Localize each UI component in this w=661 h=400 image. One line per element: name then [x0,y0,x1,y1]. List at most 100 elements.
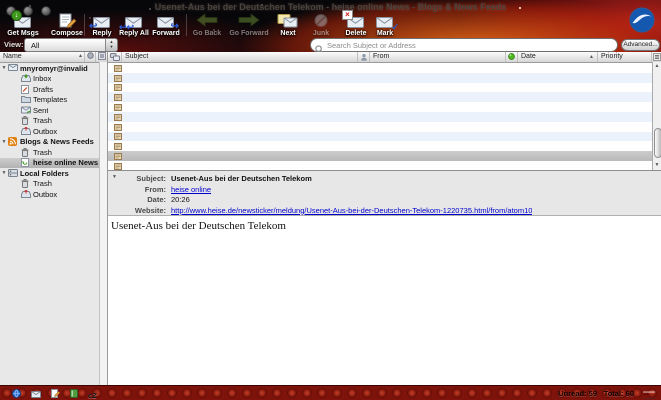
article-icon [114,152,122,160]
scroll-up-arrow-icon[interactable]: ▲ [653,62,661,71]
folder-pane-scrollbar[interactable] [99,62,107,385]
folder-pane: Name ▲ ▼mnyromyr@invalidInbox DraftsTempl… [0,52,108,385]
date-column-header[interactable]: Date▲ [518,52,598,62]
date-label: Date: [122,195,166,206]
folder-item-outbox-account[interactable]: Outbox [0,126,107,137]
total-count: Total: 60 [604,389,634,398]
folder-item-label: Templates [33,95,67,104]
message-row[interactable] [108,132,661,142]
message-row[interactable] [108,73,661,83]
website-link[interactable]: http://www.heise.de/newsticker/meldung/U… [171,206,532,215]
toolbar-button-forward[interactable]: ↪Forward [148,13,184,37]
column-picker-button[interactable] [652,52,661,62]
message-row[interactable] [108,63,661,73]
message-subject: Usenet-Aus bei der Deutschen Telekom [171,174,532,185]
message-row[interactable] [108,151,661,161]
view-label: View: [4,40,23,49]
thread-column-header[interactable] [108,52,122,62]
folder-item-blogs-news-feeds[interactable]: ▼ Blogs & News Feeds [0,137,107,148]
thread-icon [110,56,120,62]
mail-component-icon[interactable] [31,389,41,398]
message-list-pane: Subject From Date▲ Priority ▲ ▼ [108,52,661,170]
message-row[interactable] [108,102,661,112]
inbox-icon [21,74,32,83]
reply-icon: ↩ [90,13,114,29]
toolbar-separator [186,14,187,36]
article-icon [114,132,122,140]
folder-item-label: Outbox [33,127,57,136]
resize-grip[interactable] [643,391,655,399]
chatzilla-component-icon[interactable]: cZ [88,389,97,398]
folder-item-inbox[interactable]: Inbox [0,74,107,85]
navigator-component-icon[interactable] [12,389,21,398]
folder-item-account-mnyromyr[interactable]: ▼mnyromyr@invalid [0,63,107,74]
status-column-header[interactable] [358,52,370,62]
message-list-scrollbar[interactable]: ▲ ▼ [652,62,661,170]
message-rows [108,63,661,171]
folder-item-local-folders[interactable]: ▼ Local Folders [0,168,107,179]
folder-item-trash-local[interactable]: Trash [0,179,107,190]
trash-icon [21,148,32,157]
dropdown-stepper-icon: ▲▼ [105,39,117,51]
folder-item-label: Outbox [33,190,57,199]
seamonkey-logo-icon[interactable] [629,7,655,38]
article-icon [114,93,122,101]
toolbar-button-mark[interactable]: ✓Mark [370,13,400,37]
message-body: Usenet-Aus bei der Deutschen Telekom [108,216,661,385]
trash-icon [21,116,32,125]
toolbar-button-go-forward: Go Forward [227,13,271,37]
toolbar-button-reply[interactable]: ↩Reply [87,13,117,37]
folder-item-templates[interactable]: Templates [0,95,107,106]
folder-item-label: Local Folders [20,169,69,178]
unread-column-header[interactable] [506,52,518,62]
search-placeholder: Search Subject or Address [327,41,416,50]
collapse-header-twisty-icon[interactable]: ▼ [112,174,117,180]
go-forward-icon [237,13,261,29]
folder-item-label: Inbox [33,74,51,83]
message-row[interactable] [108,141,661,151]
message-row[interactable] [108,112,661,122]
website-label: Website: [122,206,166,217]
advanced-search-button[interactable]: Advanced... [621,39,660,51]
folder-item-heise-online-news[interactable]: heise online News (59) [0,158,107,169]
twisty-expanded-icon[interactable]: ▼ [0,170,8,176]
message-row[interactable] [108,92,661,102]
folder-pane-header[interactable]: Name ▲ [0,52,107,63]
folder-item-outbox-local[interactable]: Outbox [0,189,107,200]
toolbar-button-delete[interactable]: ×Delete [338,13,374,37]
message-row[interactable] [108,122,661,132]
twisty-expanded-icon[interactable]: ▼ [0,139,8,145]
folder-item-trash-account[interactable]: Trash [0,116,107,127]
message-body-text: Usenet-Aus bei der Deutschen Telekom [108,216,661,232]
toolbar-button-get-msgs[interactable]: ↓Get Msgs [2,13,44,37]
search-input[interactable]: Search Subject or Address [310,38,618,52]
toolbar-button-next[interactable]: Next [271,13,305,37]
sender-icon [360,56,368,62]
folder-item-label: Blogs & News Feeds [20,137,94,146]
from-link[interactable]: heise online [171,185,211,194]
view-dropdown-value: All [31,41,39,50]
outbox-icon [21,190,32,199]
folder-item-label: heise online News (59) [33,158,107,167]
twisty-expanded-icon[interactable]: ▼ [0,65,8,71]
message-row[interactable] [108,83,661,93]
toolbar-button-compose[interactable]: Compose [46,13,88,37]
folder-item-drafts[interactable]: Drafts [0,84,107,95]
composer-component-icon[interactable] [51,389,60,398]
address-book-component-icon[interactable] [70,389,78,398]
subject-column-header[interactable]: Subject [122,52,358,62]
junk-icon [309,13,333,29]
reply-all-icon: ↩↩ [122,13,146,29]
from-column-header[interactable]: From [370,52,506,62]
forward-icon: ↪ [154,13,178,29]
priority-column-header[interactable]: Priority [598,52,652,62]
view-dropdown[interactable]: All ▲▼ [24,38,118,52]
folder-item-sent[interactable]: Sent [0,105,107,116]
scroll-down-arrow-icon[interactable]: ▼ [653,161,661,170]
status-bar: cZ Unread: 59 Total: 60 [0,385,661,400]
folder-item-trash-feeds[interactable]: Trash [0,147,107,158]
total-column-icon[interactable] [95,52,107,62]
folder-item-label: Drafts [33,85,53,94]
unread-dot-icon [508,55,515,62]
scrollbar-thumb[interactable] [654,128,661,158]
